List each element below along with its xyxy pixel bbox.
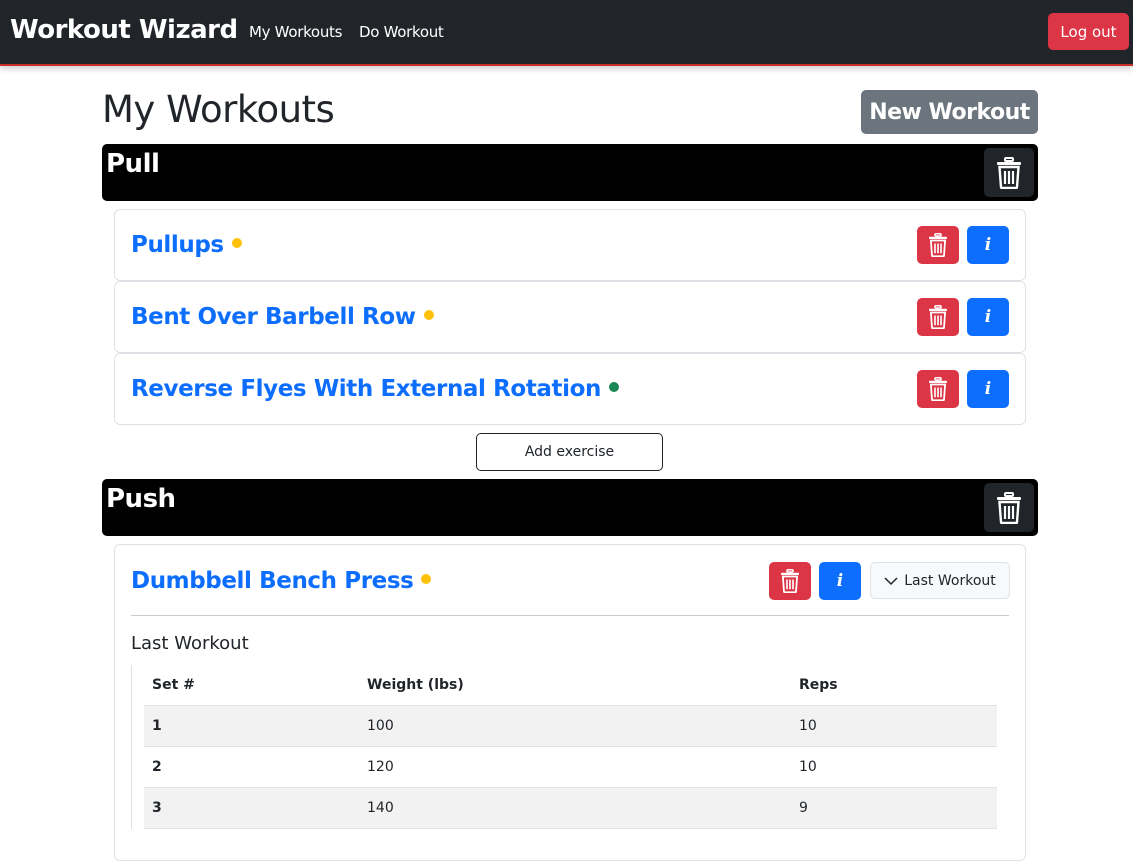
- table-row: 3 140 9: [144, 787, 997, 829]
- info-icon: i: [836, 571, 844, 591]
- last-workout-heading: Last Workout: [131, 633, 249, 654]
- table-row: 1 100 10: [144, 705, 997, 747]
- delete-workout-button[interactable]: [984, 483, 1034, 532]
- last-workout-panel: Set # Weight (lbs) Reps 1 100 10 2 120 1…: [131, 665, 998, 829]
- info-button[interactable]: i: [967, 370, 1009, 408]
- exercise-card: Reverse Flyes With External Rotation i: [114, 353, 1026, 425]
- brand-logo[interactable]: Workout Wizard: [10, 15, 238, 45]
- last-workout-table: Set # Weight (lbs) Reps 1 100 10 2 120 1…: [144, 665, 997, 829]
- workout-group-header: Push: [102, 479, 1038, 536]
- workout-group-title: Pull: [106, 149, 160, 179]
- status-dot: [421, 573, 432, 584]
- info-button[interactable]: i: [819, 562, 861, 600]
- exercise-card: Dumbbell Bench Press i Last Workout Last…: [114, 544, 1026, 861]
- delete-exercise-button[interactable]: [917, 226, 959, 264]
- weight-cell: 120: [359, 746, 791, 788]
- exercise-name-link[interactable]: Pullups: [131, 232, 242, 258]
- info-button[interactable]: i: [967, 298, 1009, 336]
- add-exercise-button[interactable]: Add exercise: [476, 433, 663, 471]
- new-workout-button[interactable]: New Workout: [861, 90, 1038, 134]
- reps-cell: 9: [791, 787, 997, 829]
- exercise-card: Pullups i: [114, 209, 1026, 281]
- exercise-name-link[interactable]: Bent Over Barbell Row: [131, 304, 434, 330]
- delete-exercise-button[interactable]: [917, 298, 959, 336]
- info-button[interactable]: i: [967, 226, 1009, 264]
- nav-link-my-workouts[interactable]: My Workouts: [249, 23, 342, 41]
- info-icon: i: [984, 379, 992, 399]
- exercise-card: Bent Over Barbell Row i: [114, 281, 1026, 353]
- trash-icon: [781, 569, 799, 593]
- weight-cell: 140: [359, 787, 791, 829]
- status-dot: [609, 381, 620, 392]
- exercise-name[interactable]: Reverse Flyes With External Rotation: [131, 376, 601, 402]
- column-header-weight: Weight (lbs): [359, 665, 791, 706]
- navbar: Workout Wizard My Workouts Do Workout Lo…: [0, 0, 1133, 66]
- set-number-cell: 3: [144, 787, 359, 829]
- trash-icon: [929, 305, 947, 329]
- delete-exercise-button[interactable]: [769, 562, 811, 600]
- table-header-row: Set # Weight (lbs) Reps: [144, 665, 997, 706]
- column-header-reps: Reps: [791, 665, 997, 706]
- trash-icon: [929, 377, 947, 401]
- set-number-cell: 1: [144, 705, 359, 747]
- logout-button[interactable]: Log out: [1048, 13, 1129, 50]
- nav-link-do-workout[interactable]: Do Workout: [359, 23, 444, 41]
- table-row: 2 120 10: [144, 746, 997, 788]
- last-workout-toggle-label: Last Workout: [904, 572, 996, 589]
- weight-cell: 100: [359, 705, 791, 747]
- trash-icon: [929, 233, 947, 257]
- status-dot: [423, 309, 434, 320]
- info-icon: i: [984, 235, 992, 255]
- exercise-name[interactable]: Bent Over Barbell Row: [131, 304, 416, 330]
- delete-workout-button[interactable]: [984, 148, 1034, 197]
- set-number-cell: 2: [144, 746, 359, 788]
- exercise-name[interactable]: Pullups: [131, 232, 224, 258]
- column-header-set: Set #: [144, 665, 359, 706]
- exercise-name-link[interactable]: Reverse Flyes With External Rotation: [131, 376, 620, 402]
- trash-icon: [997, 491, 1021, 524]
- reps-cell: 10: [791, 746, 997, 788]
- trash-icon: [997, 156, 1021, 189]
- status-dot: [231, 237, 242, 248]
- info-icon: i: [984, 307, 992, 327]
- chevron-down-icon: [884, 576, 898, 585]
- exercise-name[interactable]: Dumbbell Bench Press: [131, 568, 414, 594]
- divider: [131, 615, 1009, 616]
- exercise-name-link[interactable]: Dumbbell Bench Press: [131, 568, 432, 594]
- workout-group-title: Push: [106, 484, 176, 514]
- last-workout-toggle[interactable]: Last Workout: [870, 562, 1010, 599]
- page-title: My Workouts: [102, 88, 335, 131]
- delete-exercise-button[interactable]: [917, 370, 959, 408]
- reps-cell: 10: [791, 705, 997, 747]
- workout-group-header: Pull: [102, 144, 1038, 201]
